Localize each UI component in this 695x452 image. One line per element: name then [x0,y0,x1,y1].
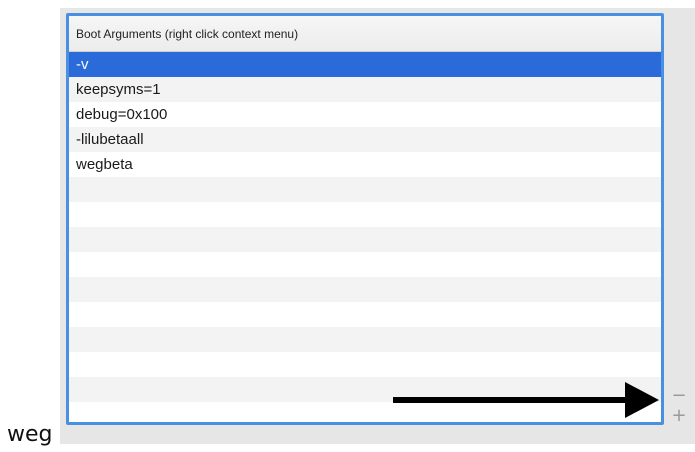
table-row[interactable]: wegbeta [69,152,661,177]
add-argument-button[interactable]: + [668,406,690,426]
table-row[interactable] [69,327,661,352]
right-arrow-icon [393,382,659,418]
boot-arguments-header[interactable]: Boot Arguments (right click context menu… [69,16,661,52]
table-row[interactable]: -lilubetaall [69,127,661,152]
table-row[interactable] [69,302,661,327]
boot-arguments-rows: -v keepsyms=1 debug=0x100 -lilubetaall w… [69,52,661,402]
table-row[interactable] [69,277,661,302]
footer-text: weg [7,422,53,447]
boot-arguments-header-label: Boot Arguments (right click context menu… [76,26,299,41]
table-row[interactable]: debug=0x100 [69,102,661,127]
remove-argument-button[interactable]: − [668,386,690,406]
table-row[interactable] [69,177,661,202]
table-row[interactable]: keepsyms=1 [69,77,661,102]
boot-arguments-table[interactable]: Boot Arguments (right click context menu… [66,13,664,425]
table-row[interactable] [69,252,661,277]
table-row[interactable] [69,227,661,252]
table-row[interactable] [69,202,661,227]
add-remove-controls: − + [668,386,690,426]
table-row[interactable] [69,352,661,377]
table-row[interactable]: -v [69,52,661,77]
